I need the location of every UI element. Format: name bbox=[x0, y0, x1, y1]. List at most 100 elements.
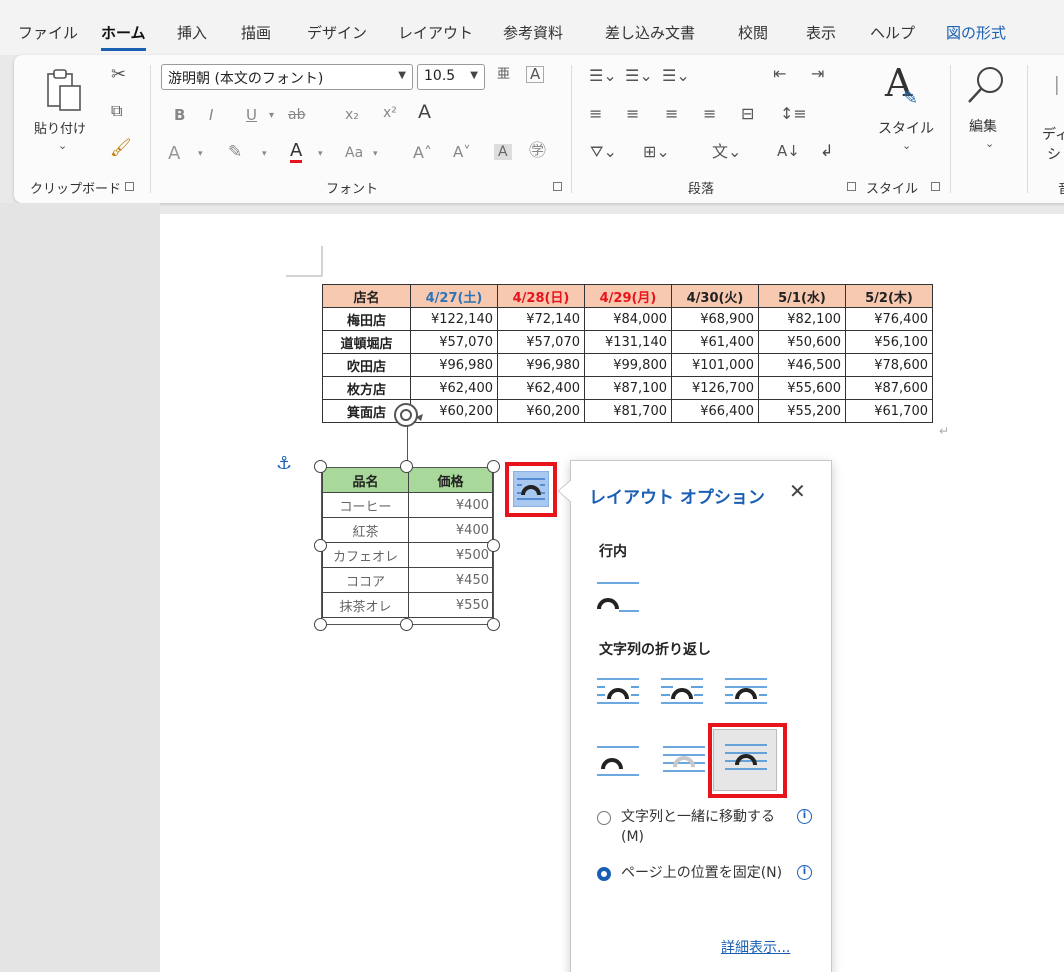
tab-design[interactable]: デザイン bbox=[307, 22, 367, 43]
close-icon[interactable]: ✕ bbox=[789, 479, 806, 503]
clipboard-launcher-icon[interactable] bbox=[125, 182, 134, 191]
dictation-label[interactable]: ディ bbox=[1042, 124, 1064, 144]
align-center-icon[interactable]: ≡ bbox=[626, 106, 639, 122]
line-spacing-icon[interactable]: ↕≡ bbox=[780, 106, 807, 122]
tab-home[interactable]: ホーム bbox=[101, 22, 146, 51]
fix-position-label[interactable]: ページ上の位置を固定(N) bbox=[621, 863, 791, 883]
wrap-through-icon[interactable] bbox=[721, 675, 769, 717]
subscript-icon[interactable]: x₂ bbox=[345, 108, 359, 122]
paragraph-launcher-icon[interactable] bbox=[847, 182, 856, 191]
tab-file[interactable]: ファイル bbox=[18, 22, 78, 43]
strikethrough-icon[interactable]: ab bbox=[288, 108, 305, 122]
borders-icon[interactable]: ⊞⌄ bbox=[643, 144, 670, 160]
clear-formatting-icon[interactable]: A bbox=[418, 103, 431, 122]
change-case-icon[interactable]: Aa bbox=[345, 146, 363, 160]
resize-handle[interactable] bbox=[314, 460, 327, 473]
paste-dropdown-icon[interactable]: ⌄ bbox=[58, 140, 67, 151]
font-name-combo[interactable]: 游明朝 (本文のフォント) ▼ bbox=[161, 64, 413, 90]
wrap-in-front-of-text-icon[interactable] bbox=[721, 739, 769, 781]
multilevel-list-icon[interactable]: ☰⌄ bbox=[662, 68, 690, 84]
font-launcher-icon[interactable] bbox=[553, 182, 562, 191]
editing-button-label[interactable]: 編集 bbox=[969, 116, 997, 136]
styles-button-label[interactable]: スタイル bbox=[878, 118, 934, 138]
distributed-icon[interactable]: ⊟ bbox=[741, 106, 754, 122]
char-shading-icon[interactable]: A bbox=[494, 144, 512, 160]
phonetic-guide-icon[interactable]: 亜 bbox=[497, 68, 510, 81]
tab-insert[interactable]: 挿入 bbox=[177, 22, 207, 43]
chevron-down-icon[interactable]: ▾ bbox=[262, 150, 267, 159]
resize-handle[interactable] bbox=[400, 618, 413, 631]
bold-icon[interactable]: B bbox=[174, 108, 185, 123]
rotate-handle-icon[interactable] bbox=[392, 401, 426, 431]
italic-icon[interactable]: I bbox=[209, 108, 213, 123]
info-icon[interactable]: i bbox=[797, 809, 812, 824]
fix-position-radio[interactable] bbox=[597, 867, 611, 881]
decrease-indent-icon[interactable]: ⇤ bbox=[773, 66, 786, 82]
char-border-icon[interactable]: A bbox=[526, 66, 545, 83]
tab-mailings[interactable]: 差し込み文書 bbox=[605, 22, 695, 43]
table-cell: ¥68,900 bbox=[671, 307, 759, 331]
copy-icon[interactable]: ⧉ bbox=[111, 103, 122, 119]
resize-handle[interactable] bbox=[487, 460, 500, 473]
font-size-combo[interactable]: 10.5 ▼ bbox=[417, 64, 485, 90]
paste-button-label[interactable]: 貼り付け bbox=[34, 118, 86, 137]
info-icon[interactable]: i bbox=[797, 865, 812, 880]
tab-view[interactable]: 表示 bbox=[806, 22, 836, 43]
asian-layout-icon[interactable]: 文⌄ bbox=[712, 144, 741, 160]
shading-icon[interactable]: ⛛⌄ bbox=[590, 144, 617, 160]
align-left-icon[interactable]: ≡ bbox=[589, 106, 602, 122]
inline-with-text-icon[interactable] bbox=[593, 577, 641, 619]
move-with-text-label[interactable]: 文字列と一緒に移動する(M) bbox=[621, 807, 791, 847]
justify-icon[interactable]: ≡ bbox=[703, 106, 716, 122]
resize-handle[interactable] bbox=[314, 539, 327, 552]
chevron-down-icon[interactable]: ⌄ bbox=[902, 140, 911, 151]
wrap-square-icon[interactable] bbox=[593, 675, 641, 717]
tab-references[interactable]: 参考資料 bbox=[503, 22, 563, 43]
tab-draw[interactable]: 描画 bbox=[241, 22, 271, 43]
tab-layout[interactable]: レイアウト bbox=[398, 22, 473, 43]
separator bbox=[150, 65, 151, 193]
resize-handle[interactable] bbox=[314, 618, 327, 631]
anchor-icon[interactable]: ⚓ bbox=[276, 455, 292, 473]
cut-icon[interactable]: ✂ bbox=[111, 66, 126, 84]
wrap-top-bottom-icon[interactable] bbox=[593, 741, 641, 783]
show-marks-icon[interactable]: ↲ bbox=[820, 143, 833, 159]
tab-picture-format[interactable]: 図の形式 bbox=[946, 22, 1006, 43]
grow-font-icon[interactable]: A˄ bbox=[413, 145, 432, 161]
chevron-down-icon[interactable]: ▾ bbox=[318, 150, 323, 159]
wrap-behind-text-icon[interactable] bbox=[659, 741, 707, 783]
sort-icon[interactable]: A↓ bbox=[777, 144, 800, 159]
search-icon[interactable] bbox=[966, 64, 1008, 106]
table-cell: ¥72,140 bbox=[497, 307, 585, 331]
paste-icon[interactable] bbox=[42, 66, 84, 112]
align-right-icon[interactable]: ≡ bbox=[665, 106, 678, 122]
bullets-icon[interactable]: ☰⌄ bbox=[589, 68, 617, 84]
shrink-font-icon[interactable]: A˅ bbox=[453, 145, 471, 160]
chevron-down-icon[interactable]: ⌄ bbox=[985, 138, 994, 149]
superscript-icon[interactable]: x² bbox=[383, 106, 397, 120]
resize-handle[interactable] bbox=[487, 618, 500, 631]
highlighter-icon[interactable]: ✎ bbox=[228, 144, 242, 161]
layout-options-icon[interactable] bbox=[513, 471, 549, 507]
tab-review[interactable]: 校閲 bbox=[738, 22, 768, 43]
font-color-icon[interactable]: A bbox=[290, 142, 303, 163]
resize-handle[interactable] bbox=[487, 539, 500, 552]
text-effects-icon[interactable]: A bbox=[168, 145, 180, 163]
see-more-link[interactable]: 詳細表示... bbox=[721, 937, 790, 957]
wrap-tight-icon[interactable] bbox=[657, 675, 705, 717]
format-painter-icon[interactable]: 🖌 bbox=[110, 140, 132, 157]
increase-indent-icon[interactable]: ⇥ bbox=[811, 66, 824, 82]
chevron-down-icon[interactable]: ▾ bbox=[373, 150, 378, 159]
resize-handle[interactable] bbox=[400, 460, 413, 473]
table-row: 梅田店 ¥122,140 ¥72,140 ¥84,000 ¥68,900 ¥82… bbox=[322, 307, 933, 331]
microphone-icon[interactable]: │ bbox=[1052, 78, 1062, 94]
table-header-cell: 4/28(日) bbox=[497, 284, 585, 308]
chevron-down-icon[interactable]: ▾ bbox=[269, 111, 274, 121]
underline-icon[interactable]: U bbox=[246, 108, 257, 123]
numbering-icon[interactable]: ☰⌄ bbox=[625, 68, 653, 84]
tab-help[interactable]: ヘルプ bbox=[870, 22, 915, 43]
move-with-text-radio[interactable] bbox=[597, 811, 611, 825]
enclose-char-icon[interactable]: ㊫ bbox=[529, 143, 546, 160]
styles-launcher-icon[interactable] bbox=[931, 182, 940, 191]
chevron-down-icon[interactable]: ▾ bbox=[198, 150, 203, 159]
